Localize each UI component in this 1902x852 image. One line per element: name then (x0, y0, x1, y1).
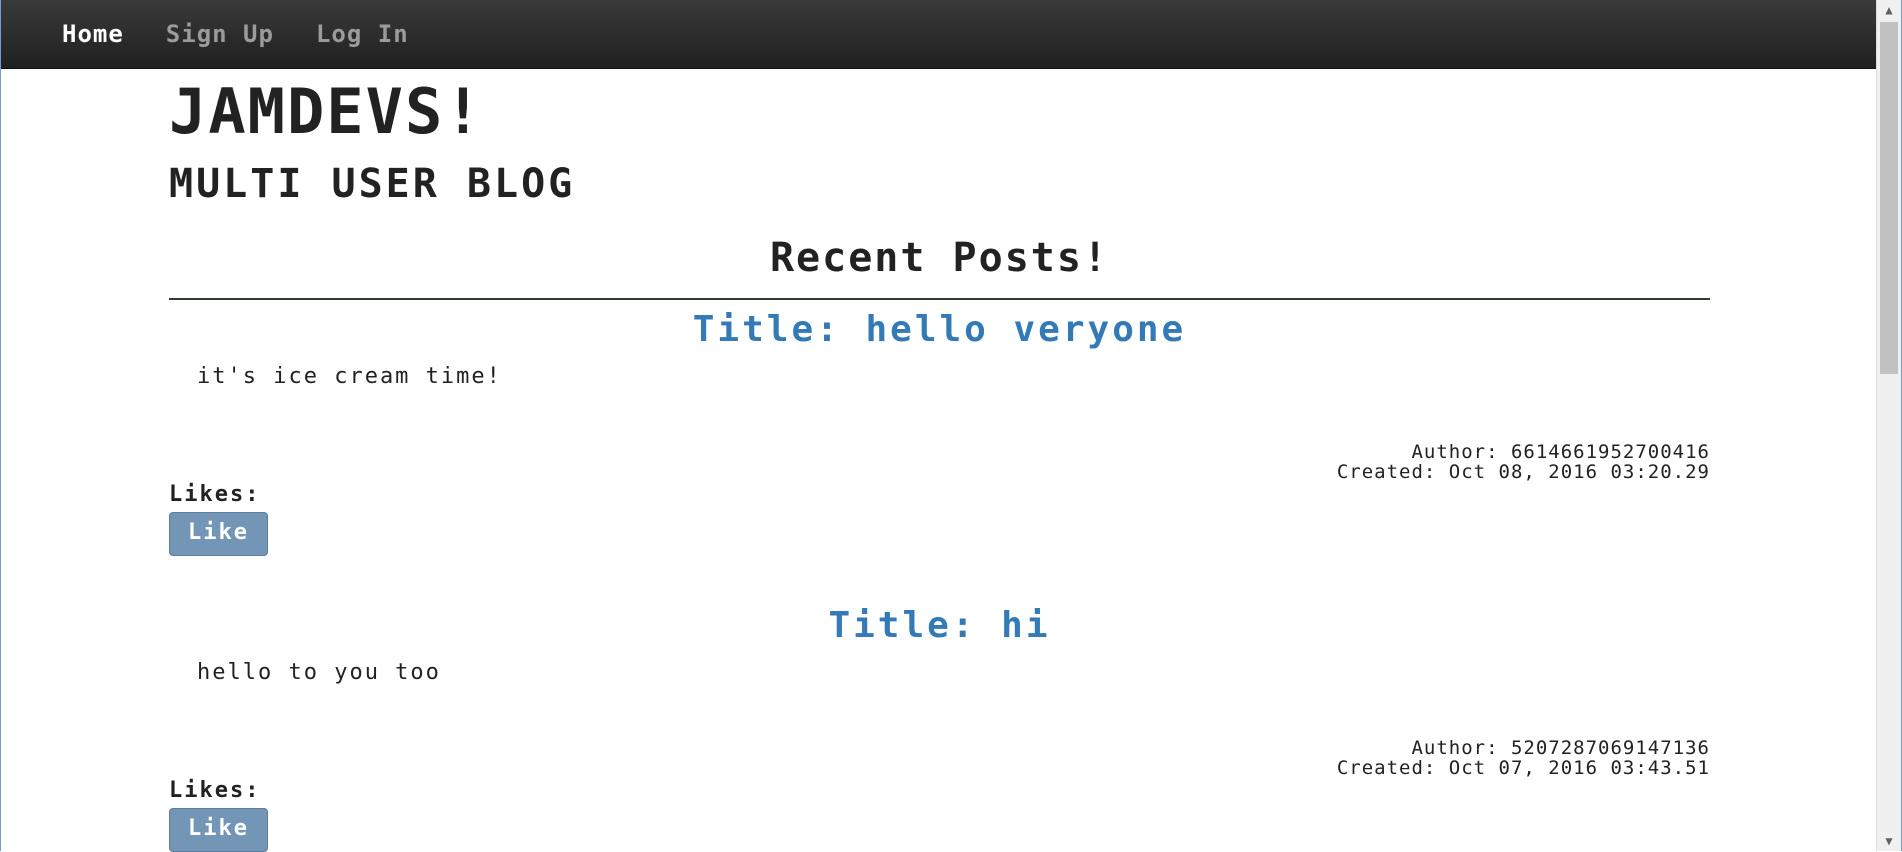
post-title[interactable]: Title: hello veryone (169, 308, 1710, 352)
blog-post: Title: hello veryone it's ice cream time… (169, 308, 1710, 556)
post-body: it's ice cream time! (197, 364, 502, 389)
scroll-up-arrow-icon[interactable]: ▲ (1877, 0, 1901, 20)
post-likes-label: Likes: (169, 778, 261, 803)
main-content: JAMDEVS! MULTI USER BLOG Recent Posts! T… (169, 68, 1710, 852)
like-button[interactable]: Like (169, 808, 268, 852)
post-author: Author: 5207287069147136 (1411, 737, 1710, 759)
blog-post: Title: hi hello to you too Author: 52072… (169, 604, 1710, 852)
scroll-down-arrow-icon[interactable]: ▼ (1877, 831, 1901, 851)
section-divider (169, 298, 1710, 300)
top-navbar: Home Sign Up Log In (1, 0, 1877, 69)
like-button[interactable]: Like (169, 512, 268, 556)
post-body: hello to you too (197, 660, 441, 685)
scrollbar-thumb[interactable] (1880, 22, 1898, 374)
post-title[interactable]: Title: hi (169, 604, 1710, 648)
vertical-scrollbar[interactable]: ▲ ▼ (1876, 0, 1901, 851)
nav-home-link[interactable]: Home (62, 20, 124, 48)
nav-signup-link[interactable]: Sign Up (166, 20, 274, 48)
post-created-date: Created: Oct 07, 2016 03:43.51 (1336, 757, 1710, 779)
post-likes-label: Likes: (169, 482, 261, 507)
post-author: Author: 6614661952700416 (1411, 441, 1710, 463)
nav-login-link[interactable]: Log In (316, 20, 409, 48)
recent-posts-heading: Recent Posts! (769, 235, 1110, 281)
post-created-date: Created: Oct 08, 2016 03:20.29 (1336, 461, 1710, 483)
site-title: JAMDEVS! (169, 75, 484, 148)
site-subtitle: MULTI USER BLOG (169, 161, 576, 207)
